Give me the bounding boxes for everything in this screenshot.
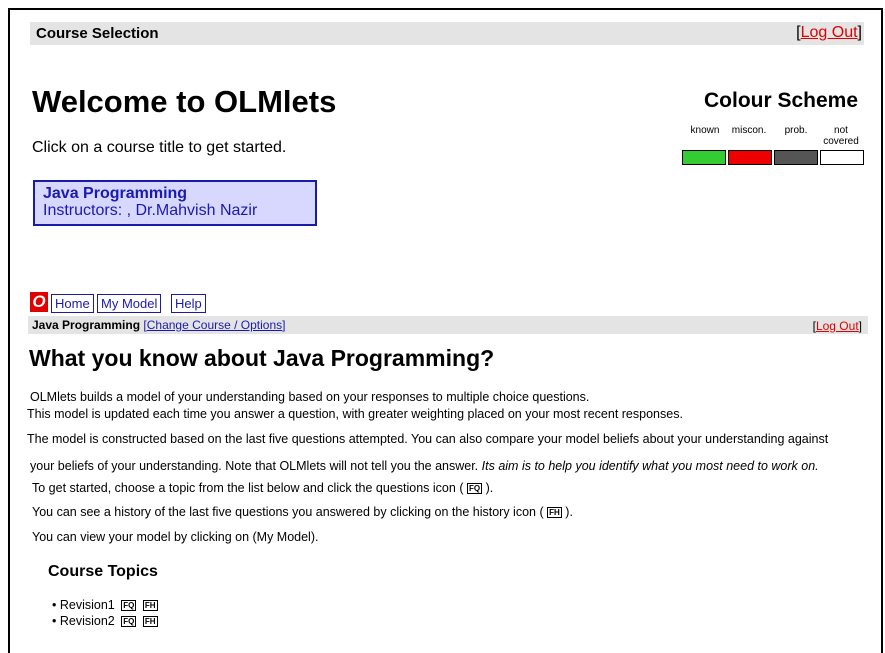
paragraph-4-emphasis: Its aim is to help you identify what you…	[481, 459, 819, 473]
legend-swatch-prob	[774, 150, 818, 165]
course-bar-course-name: Java Programming	[32, 318, 141, 332]
logout-link-bottom-text[interactable]: Log Out	[816, 319, 859, 333]
change-course-link-text[interactable]: Change Course / Options	[147, 318, 282, 332]
topic-revision1: • Revision1 FQ FH	[52, 598, 158, 612]
bullet-icon: •	[52, 614, 57, 628]
topic-name: Revision1	[59, 598, 115, 612]
logout-link-top[interactable]: [Log Out]	[796, 24, 862, 42]
paragraph-4: your beliefs of your understanding. Note…	[30, 459, 819, 473]
paragraph-5: To get started, choose a topic from the …	[32, 481, 493, 495]
paragraph-7: You can view your model by clicking on (…	[32, 530, 319, 544]
logout-link-bottom[interactable]: [Log Out]	[813, 319, 862, 333]
topic-name: Revision2	[59, 614, 115, 628]
topic-revision2: • Revision2 FQ FH	[52, 614, 158, 628]
bullet-icon: •	[52, 598, 57, 612]
course-bar-title: Java Programming [Change Course / Option…	[32, 318, 286, 332]
change-course-link[interactable]: [Change Course / Options]	[143, 318, 285, 332]
legend-swatch-not-covered	[820, 150, 864, 165]
history-icon: FH	[547, 507, 562, 519]
colour-scheme-title: Colour Scheme	[704, 89, 859, 112]
paragraph-5-end: ).	[485, 481, 494, 495]
course-card[interactable]: Java Programming Instructors: , Dr.Mahvi…	[33, 180, 317, 226]
legend-label-miscon: miscon.	[731, 125, 767, 136]
questions-icon[interactable]: FQ	[121, 616, 137, 628]
history-icon[interactable]: FH	[142, 600, 158, 612]
nav-home-button[interactable]: Home	[51, 294, 94, 313]
course-bar: Java Programming [Change Course / Option…	[28, 316, 868, 334]
course-card-title[interactable]: Java Programming	[43, 186, 307, 202]
legend-label-known: known	[690, 125, 720, 136]
paragraph-6-text: You can see a history of the last five q…	[32, 505, 544, 519]
paragraph-5-text: To get started, choose a topic from the …	[32, 481, 464, 495]
history-icon[interactable]: FH	[142, 616, 158, 628]
main-heading: What you know about Java Programming?	[29, 345, 495, 371]
course-card-instructors: Instructors: , Dr.Mahvish Nazir	[43, 202, 258, 219]
nav-my-model-button[interactable]: My Model	[97, 294, 162, 313]
questions-icon: FQ	[466, 483, 483, 495]
paragraph-3: The model is constructed based on the la…	[27, 432, 829, 446]
nav-help-button[interactable]: Help	[171, 294, 206, 313]
paragraph-4-text: your beliefs of your understanding. Note…	[30, 459, 479, 473]
paragraph-2: This model is updated each time you answ…	[27, 407, 683, 421]
paragraph-1: OLMlets builds a model of your understan…	[30, 390, 590, 404]
welcome-instruction: Click on a course title to get started.	[32, 139, 287, 156]
paragraph-6-end: ).	[565, 505, 573, 519]
paragraph-6: You can see a history of the last five q…	[32, 505, 573, 519]
legend-swatch-known	[682, 150, 726, 165]
legend-label-not-covered: not covered	[823, 125, 859, 147]
legend-label-prob: prob.	[784, 125, 808, 136]
course-selection-bar: Course Selection [Log Out]	[30, 22, 864, 45]
course-selection-title: Course Selection	[36, 25, 159, 42]
welcome-heading: Welcome to OLMlets	[32, 84, 337, 119]
logout-link-top-text[interactable]: Log Out	[801, 24, 858, 41]
questions-icon[interactable]: FQ	[121, 600, 137, 612]
olmlets-logo: O	[30, 292, 48, 312]
legend-swatch-miscon	[728, 150, 772, 165]
course-topics-title: Course Topics	[48, 563, 158, 580]
